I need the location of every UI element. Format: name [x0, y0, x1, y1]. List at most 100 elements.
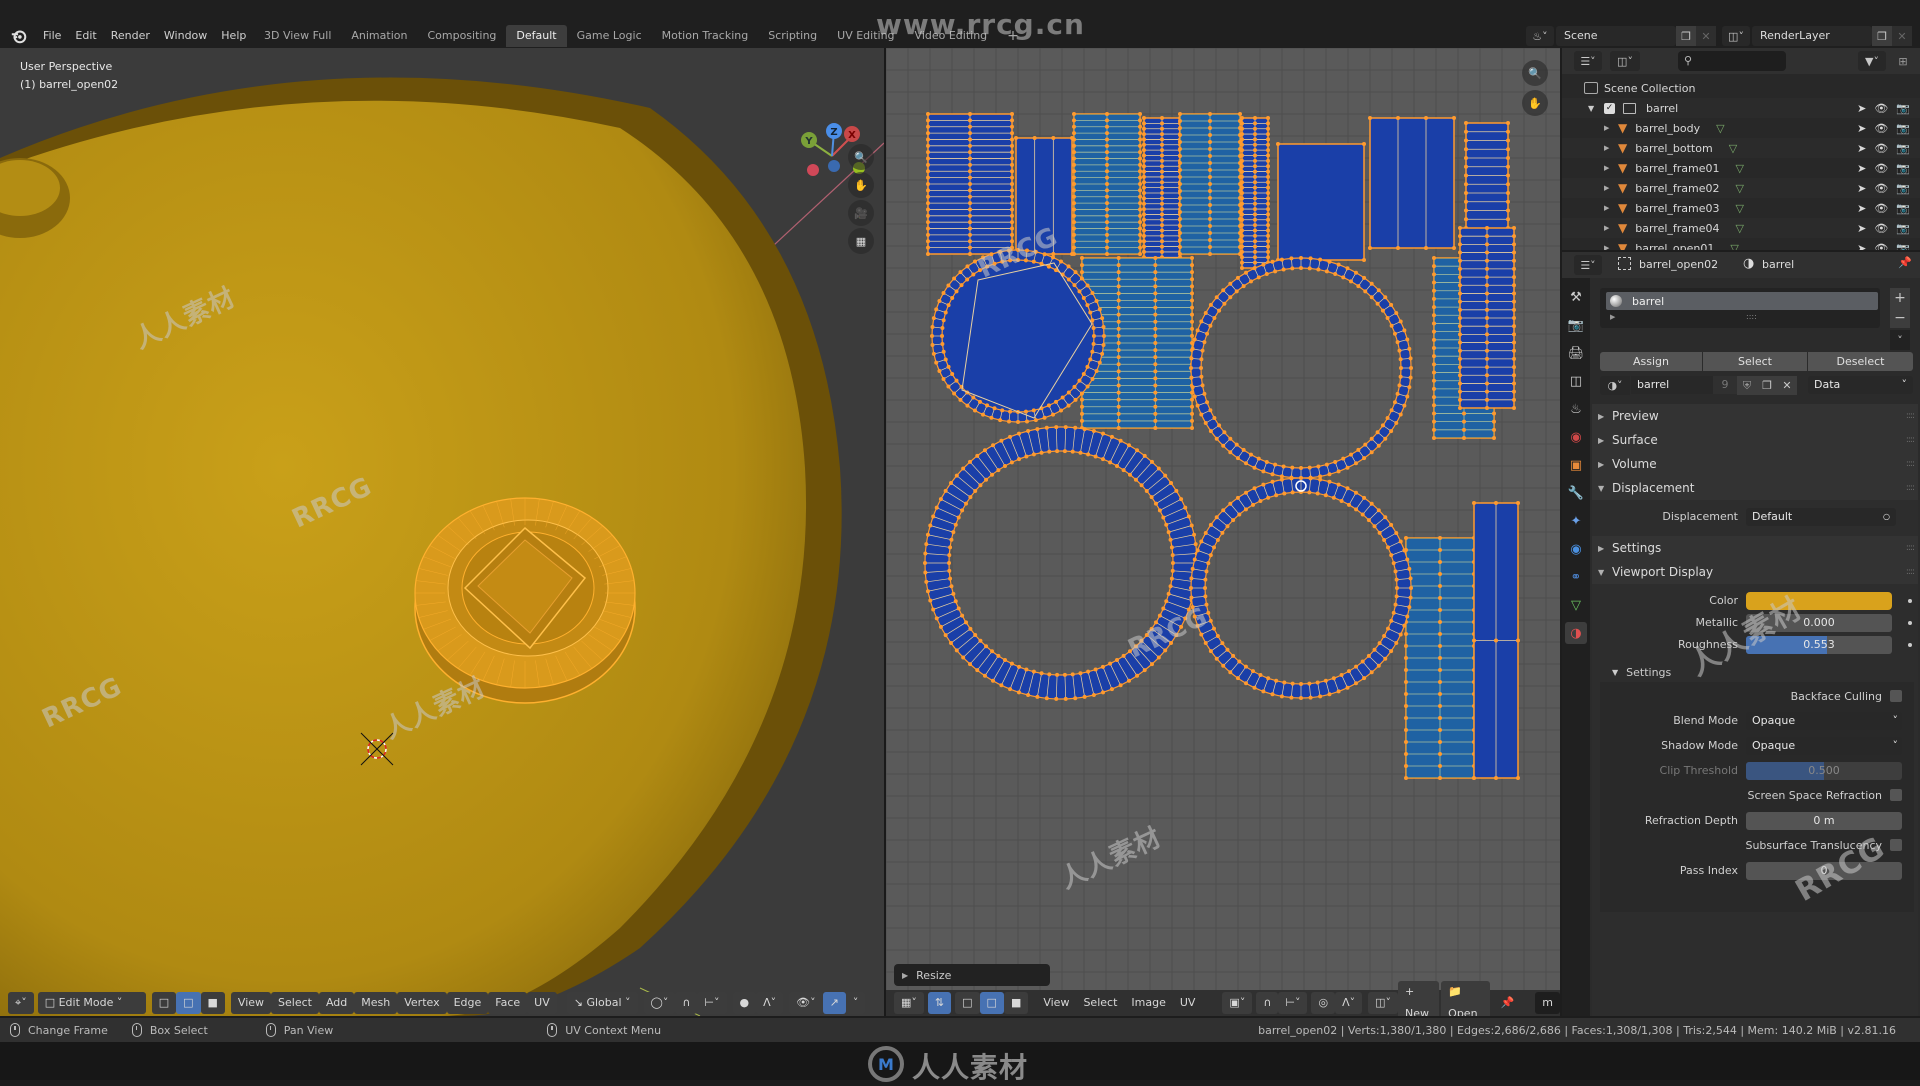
- expand-icon[interactable]: ▶: [1604, 224, 1616, 232]
- menu-face[interactable]: Face: [488, 992, 528, 1014]
- menu-mesh[interactable]: Mesh: [354, 992, 398, 1014]
- uv-canvas[interactable]: [886, 48, 1560, 1016]
- eye-icon[interactable]: 👁: [1874, 242, 1888, 251]
- drag-grip-icon[interactable]: ::::: [1906, 567, 1915, 577]
- unlink-material-icon[interactable]: ✕: [1777, 376, 1797, 395]
- eye-icon[interactable]: 👁: [1874, 102, 1888, 115]
- edge-select-icon[interactable]: □: [176, 992, 201, 1014]
- camera-icon[interactable]: 📷: [1896, 122, 1910, 135]
- uv-snap-target-icon[interactable]: ⊢˅: [1278, 992, 1308, 1014]
- drag-grip-icon[interactable]: ::::: [1906, 435, 1915, 445]
- uv-edge-mode-icon[interactable]: □: [979, 992, 1004, 1014]
- scene-name-field[interactable]: Scene: [1556, 26, 1676, 46]
- outliner-filter-icon[interactable]: ▼˅: [1858, 51, 1886, 71]
- subsurface-checkbox[interactable]: [1890, 839, 1902, 851]
- panel-viewport-display[interactable]: ▼ Viewport Display::::: [1592, 560, 1918, 584]
- mesh-data-icon[interactable]: ▽: [1729, 142, 1737, 155]
- tab-tool-icon[interactable]: ⚒: [1565, 286, 1587, 308]
- mesh-data-icon[interactable]: ▽: [1736, 202, 1744, 215]
- uv-pan-icon[interactable]: ✋: [1522, 90, 1548, 116]
- tab-particles-icon[interactable]: ✦: [1565, 510, 1587, 532]
- tab-constraints-icon[interactable]: ⚭: [1565, 566, 1587, 588]
- material-slot-row[interactable]: barrel: [1606, 292, 1878, 310]
- keyframe-dot-icon[interactable]: [1908, 643, 1912, 647]
- tab-render-icon[interactable]: 📷: [1565, 314, 1587, 336]
- gizmo-neg-z-icon[interactable]: [828, 160, 840, 172]
- pivot-point-icon[interactable]: ◯˅: [643, 992, 676, 1014]
- uv-snap-icon[interactable]: ∩: [1256, 992, 1279, 1014]
- material-slot-list[interactable]: barrel ▶ ::::: [1600, 288, 1880, 328]
- outliner-row-barrel-collection[interactable]: ▼ ✓ barrel ➤ 👁 📷: [1562, 98, 1920, 118]
- pin-icon[interactable]: 📌: [1898, 256, 1912, 269]
- drag-grip-icon[interactable]: ::::: [1906, 543, 1915, 553]
- tab-data-icon[interactable]: ▽: [1565, 594, 1587, 616]
- sync-dropdown-icon[interactable]: ˅: [845, 992, 866, 1014]
- tab-scripting[interactable]: Scripting: [758, 25, 827, 47]
- menu-uv[interactable]: UV: [527, 992, 557, 1014]
- outliner-row-object[interactable]: ▶ ▼ barrel_open01 ▽ ➤ 👁 📷: [1562, 238, 1920, 250]
- camera-view-icon[interactable]: 🎥: [848, 200, 874, 226]
- eye-icon[interactable]: 👁: [1874, 182, 1888, 195]
- editor-type-icon[interactable]: ⌖˅: [8, 992, 34, 1014]
- material-users-count[interactable]: 9: [1713, 376, 1737, 394]
- mesh-data-icon[interactable]: ▽: [1730, 242, 1738, 251]
- uv-sync-icon[interactable]: ↗: [822, 992, 846, 1014]
- blend-mode-dropdown[interactable]: Opaque ˅: [1746, 712, 1902, 730]
- tab-animation[interactable]: Animation: [341, 25, 417, 47]
- outliner-search-input[interactable]: ⚲: [1678, 51, 1786, 71]
- expand-icon[interactable]: ▶: [1604, 124, 1616, 132]
- outliner-row-object[interactable]: ▶ ▼ barrel_frame01 ▽ ➤ 👁 📷: [1562, 158, 1920, 178]
- zoom-view-icon[interactable]: 🔍: [848, 144, 874, 170]
- outliner-row-scene-collection[interactable]: Scene Collection: [1562, 78, 1920, 98]
- select-arrow-icon[interactable]: ➤: [1857, 122, 1866, 135]
- uv-proportional-icon[interactable]: ◎: [1311, 992, 1336, 1014]
- image-browse-icon[interactable]: ◫˅: [1368, 992, 1399, 1014]
- uv-falloff-icon[interactable]: Λ˅: [1335, 992, 1363, 1014]
- uv-menu-view[interactable]: View: [1036, 992, 1076, 1014]
- camera-icon[interactable]: 📷: [1896, 242, 1910, 251]
- remove-material-slot-icon[interactable]: −: [1890, 308, 1910, 328]
- drag-grip-icon[interactable]: ::::: [1906, 459, 1915, 469]
- browse-material-icon[interactable]: ◑˅: [1600, 376, 1630, 395]
- keyframe-dot-icon[interactable]: [1908, 599, 1912, 603]
- properties-editor[interactable]: ☰˅ barrel_open02 ◑ barrel 📌 ⚒ 📷 🖨 ◫ ♨ ◉ …: [1562, 252, 1920, 1016]
- expand-icon[interactable]: ▶: [1604, 204, 1616, 212]
- expand-icon[interactable]: ▶: [1610, 313, 1615, 321]
- drag-grip-icon[interactable]: ::::: [1906, 411, 1915, 421]
- camera-icon[interactable]: 📷: [1896, 182, 1910, 195]
- tab-object-icon[interactable]: ▣: [1565, 454, 1587, 476]
- mesh-data-icon[interactable]: ▽: [1736, 162, 1744, 175]
- render-layer-selector-button[interactable]: ◫˅: [1722, 26, 1750, 46]
- subpanel-settings[interactable]: ▼ Settings: [1612, 666, 1671, 679]
- ortho-grid-icon[interactable]: ▦: [848, 228, 874, 254]
- menu-vertex[interactable]: Vertex: [397, 992, 447, 1014]
- select-arrow-icon[interactable]: ➤: [1857, 242, 1866, 251]
- select-arrow-icon[interactable]: ➤: [1857, 162, 1866, 175]
- expand-icon[interactable]: ▶: [1604, 184, 1616, 192]
- select-arrow-icon[interactable]: ➤: [1857, 222, 1866, 235]
- fake-user-icon[interactable]: ⛨: [1737, 376, 1757, 395]
- panel-displacement[interactable]: ▼ Displacement::::: [1592, 476, 1918, 500]
- new-image-button[interactable]: + New: [1398, 981, 1440, 1016]
- panel-surface[interactable]: ▶ Surface::::: [1592, 428, 1918, 452]
- menu-add[interactable]: Add: [318, 992, 355, 1014]
- camera-icon[interactable]: 📷: [1896, 202, 1910, 215]
- drag-grip-icon[interactable]: ::::: [1906, 483, 1915, 493]
- properties-editor-type-icon[interactable]: ☰˅: [1574, 255, 1602, 275]
- eye-icon[interactable]: 👁: [1874, 162, 1888, 175]
- panel-settings[interactable]: ▶ Settings::::: [1592, 536, 1918, 560]
- tab-default[interactable]: Default: [506, 25, 567, 47]
- eye-icon[interactable]: 👁: [1874, 202, 1888, 215]
- new-collection-icon[interactable]: ⊞: [1892, 51, 1914, 71]
- camera-icon[interactable]: 📷: [1896, 142, 1910, 155]
- tab-view-layer-icon[interactable]: ◫: [1565, 370, 1587, 392]
- add-material-slot-icon[interactable]: +: [1890, 288, 1910, 308]
- assign-button[interactable]: Assign: [1600, 352, 1702, 371]
- uv-menu-select[interactable]: Select: [1076, 992, 1124, 1014]
- menu-view[interactable]: View: [230, 992, 272, 1014]
- menu-edit[interactable]: Edit: [68, 26, 103, 46]
- delete-render-layer-icon[interactable]: ✕: [1892, 26, 1912, 46]
- panel-volume[interactable]: ▶ Volume::::: [1592, 452, 1918, 476]
- tab-material-icon[interactable]: ◑: [1565, 622, 1587, 644]
- tab-3d-view-full[interactable]: 3D View Full: [254, 25, 341, 47]
